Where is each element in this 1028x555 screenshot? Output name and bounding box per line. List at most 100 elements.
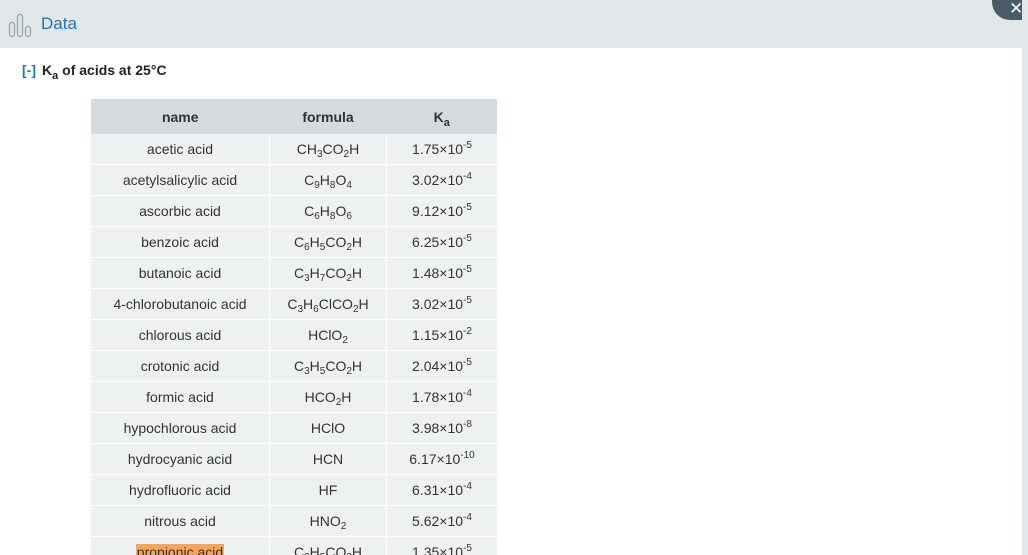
acid-name: nitrous acid bbox=[144, 513, 216, 529]
cell-formula: HClO2 bbox=[269, 319, 387, 351]
ka-exponent: -4 bbox=[463, 388, 472, 399]
acid-name: hypochlorous acid bbox=[123, 420, 237, 436]
ka-mantissa: 3.02×10 bbox=[412, 296, 464, 312]
cell-ka: 1.35×10-5 bbox=[386, 536, 497, 555]
section-title: [-] Ka of acids at 25°C bbox=[22, 62, 167, 82]
cell-ka: 3.02×10-5 bbox=[386, 288, 497, 320]
table-body: acetic acid CH3CO2H 1.75×10-5 acetylsalicyl… bbox=[91, 134, 497, 555]
ka-mantissa: 9.12×10 bbox=[412, 203, 464, 219]
ka-mantissa: 6.17×10 bbox=[409, 451, 461, 467]
formula-part: O bbox=[335, 203, 347, 219]
cell-formula: CH3CO2H bbox=[269, 134, 387, 165]
table-row: propionic acid C2H5CO2H1.35×10-5 bbox=[91, 536, 497, 555]
cell-name: 4-chlorobutanoic acid bbox=[91, 288, 270, 320]
section-title-rest: of acids at 25°C bbox=[58, 62, 167, 78]
cell-name: acetic acid bbox=[91, 134, 270, 165]
ka-exponent: -5 bbox=[463, 543, 472, 554]
cell-name: benzoic acid bbox=[91, 226, 270, 258]
ka-exponent: -4 bbox=[463, 512, 472, 523]
cell-formula: HCO2H bbox=[269, 381, 387, 413]
cell-name: hydrofluoric acid bbox=[91, 474, 270, 506]
formula-part: C bbox=[293, 544, 305, 555]
formula-part: CO bbox=[325, 358, 347, 374]
formula-part: H bbox=[309, 234, 320, 250]
cell-name: hydrocyanic acid bbox=[91, 443, 270, 475]
cell-ka: 1.78×10-4 bbox=[386, 381, 497, 413]
window-header: Data bbox=[0, 0, 1022, 48]
highlighted-acid-name: propionic acid bbox=[135, 544, 225, 555]
formula-part: CO bbox=[322, 141, 344, 157]
formula-subscript: 2 bbox=[342, 335, 348, 346]
formula-subscript: 6 bbox=[346, 211, 352, 222]
formula-part: HClO bbox=[308, 327, 343, 343]
cell-formula: C2H5CO2H bbox=[269, 536, 387, 555]
table-row: acetylsalicylic acid C9H8O4 3.02×10-4 bbox=[91, 164, 497, 196]
cell-ka: 2.04×10-5 bbox=[386, 350, 497, 382]
cell-name: ascorbic acid bbox=[91, 195, 270, 227]
cell-ka: 6.17×10-10 bbox=[386, 443, 497, 475]
acid-name: crotonic acid bbox=[140, 358, 220, 374]
formula-part: HF bbox=[318, 482, 338, 498]
ka-exponent: -5 bbox=[463, 295, 472, 306]
cell-formula: HClO bbox=[269, 412, 387, 444]
column-header-name: name bbox=[91, 99, 270, 134]
formula-part: H bbox=[349, 141, 360, 157]
formula-part: H bbox=[358, 296, 369, 312]
formula-part: H bbox=[351, 234, 363, 250]
table-row: hydrocyanic acid HCN 6.17×10-10 bbox=[91, 443, 497, 475]
table-row: 4-chlorobutanoic acid C3H6ClCO2H 3.02×10-5 bbox=[91, 288, 497, 320]
ka-header-main: K bbox=[433, 108, 444, 125]
table-row: nitrous acid HNO2 5.62×10-4 bbox=[91, 505, 497, 537]
formula-part: C bbox=[293, 265, 305, 281]
cell-formula: C6H8O6 bbox=[269, 195, 387, 227]
formula-part: C bbox=[293, 358, 305, 374]
ka-exponent: -5 bbox=[463, 233, 472, 244]
formula-subscript: 4 bbox=[346, 180, 352, 191]
ka-exponent: -5 bbox=[463, 264, 472, 275]
table-row: chlorous acid HClO2 1.15×10-2 bbox=[91, 319, 497, 351]
formula-part: H bbox=[319, 172, 330, 188]
cell-name: hypochlorous acid bbox=[91, 412, 270, 444]
ka-exponent: -2 bbox=[463, 326, 472, 337]
table-row: benzoic acid C6H5CO2H 6.25×10-5 bbox=[91, 226, 497, 258]
formula-part: H bbox=[303, 296, 314, 312]
ka-mantissa: 3.98×10 bbox=[412, 420, 464, 436]
table-header-row: name formula Ka bbox=[91, 99, 497, 134]
cell-name: chlorous acid bbox=[91, 319, 270, 351]
cell-formula: C3H7CO2H bbox=[269, 257, 387, 289]
acid-name: acetic acid bbox=[146, 141, 214, 157]
ka-mantissa: 5.62×10 bbox=[412, 513, 464, 529]
formula-part: H bbox=[309, 358, 320, 374]
ka-mantissa: 6.25×10 bbox=[412, 234, 464, 250]
ka-exponent: -5 bbox=[463, 140, 472, 151]
acid-name: butanoic acid bbox=[138, 265, 222, 281]
ka-mantissa: 6.31×10 bbox=[412, 482, 464, 498]
acid-name: benzoic acid bbox=[141, 234, 219, 250]
cell-formula: C9H8O4 bbox=[269, 164, 387, 196]
formula-part: HCN bbox=[312, 451, 344, 467]
collapse-toggle[interactable]: [-] bbox=[22, 62, 36, 78]
cell-formula: HF bbox=[269, 474, 387, 506]
acid-name: acetylsalicylic acid bbox=[122, 172, 238, 188]
ka-table: name formula Ka acetic acid CH3CO2H 1.75×1… bbox=[91, 99, 497, 555]
formula-part: O bbox=[335, 172, 347, 188]
column-header-ka: Ka bbox=[386, 99, 497, 134]
ka-mantissa: 3.02×10 bbox=[412, 172, 464, 188]
acid-name: formic acid bbox=[146, 389, 214, 405]
section-title-k: K bbox=[42, 62, 53, 78]
ka-exponent: -5 bbox=[463, 202, 472, 213]
acid-name: ascorbic acid bbox=[139, 203, 221, 219]
ka-mantissa: 1.75×10 bbox=[412, 141, 464, 157]
acid-name: chlorous acid bbox=[138, 327, 222, 343]
formula-part: CO bbox=[325, 265, 347, 281]
cell-name: nitrous acid bbox=[91, 505, 270, 537]
ka-exponent: -8 bbox=[463, 419, 472, 430]
cell-ka: 9.12×10-5 bbox=[386, 195, 497, 227]
table-row: formic acid HCO2H 1.78×10-4 bbox=[91, 381, 497, 413]
scrollbar[interactable] bbox=[1022, 0, 1028, 555]
acid-name: 4-chlorobutanoic acid bbox=[113, 296, 247, 312]
window-title: Data bbox=[41, 14, 77, 33]
ka-exponent: -4 bbox=[463, 481, 472, 492]
formula-part: H bbox=[351, 358, 363, 374]
ka-header-sub: a bbox=[443, 116, 450, 129]
